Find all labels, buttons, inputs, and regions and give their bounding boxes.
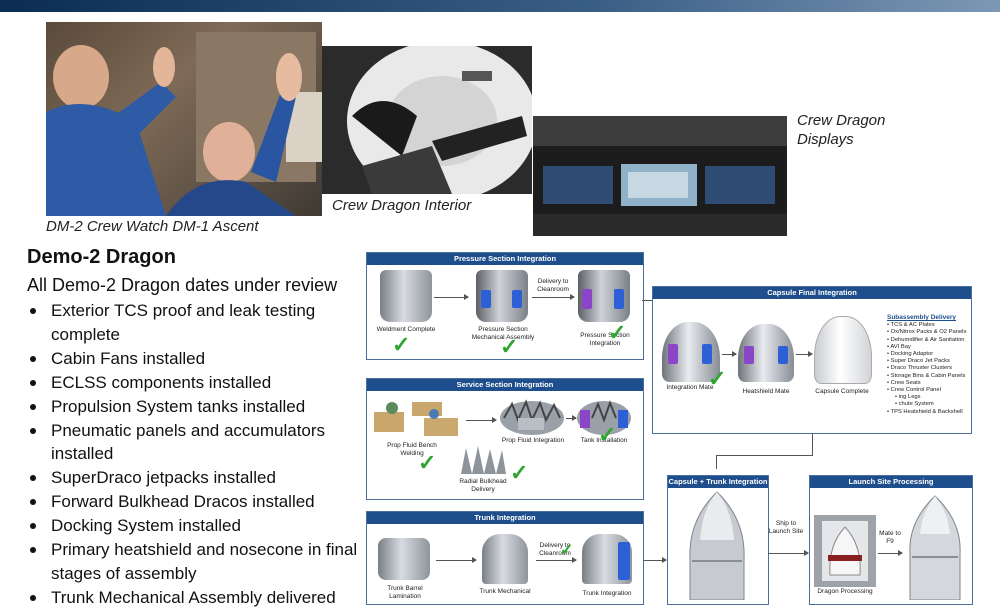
bullet-item: ECLSS components installed [27,371,367,395]
displays-photo [533,116,787,236]
radial-bulkhead-label: Radial Bulkhead Delivery [459,478,507,493]
dragon-processing-image [814,515,876,587]
displays-caption-line2: Displays [797,131,854,148]
trunk-integration-label: Trunk Integration [582,590,632,597]
bullet-item: Exterior TCS proof and leak testing comp… [27,299,367,346]
arrow-icon [436,557,477,563]
subassembly-item: Crew Seats [887,380,966,387]
service-section-header: Service Section Integration [367,379,643,391]
trunk-panel-image [618,542,630,580]
tank-image [744,346,754,364]
bullet-item: Primary heatshield and nosecone in final… [27,538,367,585]
tank-image [778,346,788,364]
pressure-integration-check-icon: ✓ [608,320,627,345]
arrow-icon [644,557,667,563]
subassembly-item: ing Legs [887,394,966,401]
bullet-item: Forward Bulkhead Dracos installed [27,490,367,514]
subassembly-item: chute System [887,401,966,408]
prop-bench-check-icon: ✓ [418,450,437,475]
displays-caption: Crew Dragon Displays [797,111,885,149]
status-bullet-list: Exterior TCS proof and leak testing comp… [27,299,367,610]
crew-watch-caption: DM-2 Crew Watch DM-1 Ascent [46,218,259,235]
arrow-icon [796,351,813,357]
subassembly-item: Ox/Nitrox Packs & O2 Panels [887,329,967,336]
subassembly-item: TPS Heatshield & Backshell [887,409,966,416]
prop-fluid-image [500,399,564,435]
heatshield-mate-label: Heatshield Mate [742,388,790,395]
section-title: Demo-2 Dragon [27,246,176,268]
delivery-cleanroom-label: Delivery to Cleanroom [537,278,569,293]
trunk-header: Trunk Integration [367,512,643,524]
subassembly-item: Draco Thruster Clusters [887,365,966,372]
capsule-trunk-image [689,491,745,600]
pressure-mech-check-icon: ✓ [500,334,519,359]
connector-line [812,433,813,455]
pressure-section-header: Pressure Section Integration [367,253,643,265]
bullet-item: Pneumatic panels and accumulators instal… [27,419,367,466]
subassembly-item: Dehumidifier & Air Sanitation [887,337,966,344]
arrow-icon [566,415,577,421]
tank-image [614,289,624,309]
prop-bench-image [374,402,458,436]
subassembly-item: AVI Bay [887,344,966,351]
weldment-image [380,270,432,322]
tank-image [668,344,678,364]
weldment-check-icon: ✓ [392,332,411,357]
trunk-delivery-check-icon: ✓ [560,542,574,559]
trunk-mechanical-image [482,534,528,584]
bullet-item: Trunk Mechanical Assembly delivered [27,586,367,610]
capsule-complete-label: Capsule Complete [815,388,869,395]
section-subtitle: All Demo-2 Dragon dates under review [27,275,338,295]
connector-line [716,455,717,469]
arrow-icon [434,294,469,300]
interior-illustration [347,46,532,194]
tank-installation-check-icon: ✓ [598,422,617,447]
tank-image [702,344,712,364]
displays-caption-line1: Crew Dragon [797,112,886,129]
subassembly-title: Subassembly Delivery [887,314,957,321]
arrow-icon [768,550,809,556]
launch-site-header: Launch Site Processing [810,476,972,488]
crew-watch-photo [46,22,322,216]
subassembly-item: Crew Control Panel [887,387,966,394]
radial-bulkhead-check-icon: ✓ [510,460,529,485]
tank-image [582,289,592,309]
trunk-barrel-image [378,538,430,580]
subassembly-item: Docking Adaptor [887,351,966,358]
arrow-icon [532,294,575,300]
trunk-barrel-label: Trunk Barrel Lamination [387,585,423,600]
integration-mate-check-icon: ✓ [708,366,727,391]
dragon-processing-label: Dragon Processing [817,588,873,595]
subassembly-list: Subassembly Delivery TCS & AC Plates Ox/… [887,314,966,416]
interior-photo [322,46,532,194]
mated-vehicle-image [909,495,961,600]
trunk-mechanical-label: Trunk Mechanical [479,588,531,595]
capsule-complete-image [814,316,872,384]
interior-caption: Crew Dragon Interior [332,197,472,214]
subassembly-item: Storage Bins & Cabin Panels [887,373,966,380]
displays-illustration [533,116,787,236]
subassembly-item: TCS & AC Plates [887,322,966,329]
top-banner [0,0,1000,12]
bullet-item: Propulsion System tanks installed [27,395,367,419]
pressure-integration-label: Pressure Section Integration [580,332,630,347]
tank-image [512,290,522,308]
subassembly-item: Super Draco Jet Packs [887,358,966,365]
mate-to-f9-label: Mate to F9 [879,530,901,545]
connector-line [716,455,813,456]
tank-image [481,290,491,308]
arrow-icon [878,550,903,556]
crew-watch-illustration [46,32,322,216]
arrow-icon [466,417,497,423]
bullet-item: Docking System installed [27,514,367,538]
radial-bulkhead-image [461,446,506,474]
bullet-item: SuperDraco jetpacks installed [27,466,367,490]
bullet-item: Cabin Fans installed [27,347,367,371]
capsule-final-header: Capsule Final Integration [653,287,971,299]
arrow-icon [722,351,737,357]
ship-to-launch-label: Ship to Launch Site [768,520,804,535]
capsule-trunk-header: Capsule + Trunk Integration [668,476,768,488]
